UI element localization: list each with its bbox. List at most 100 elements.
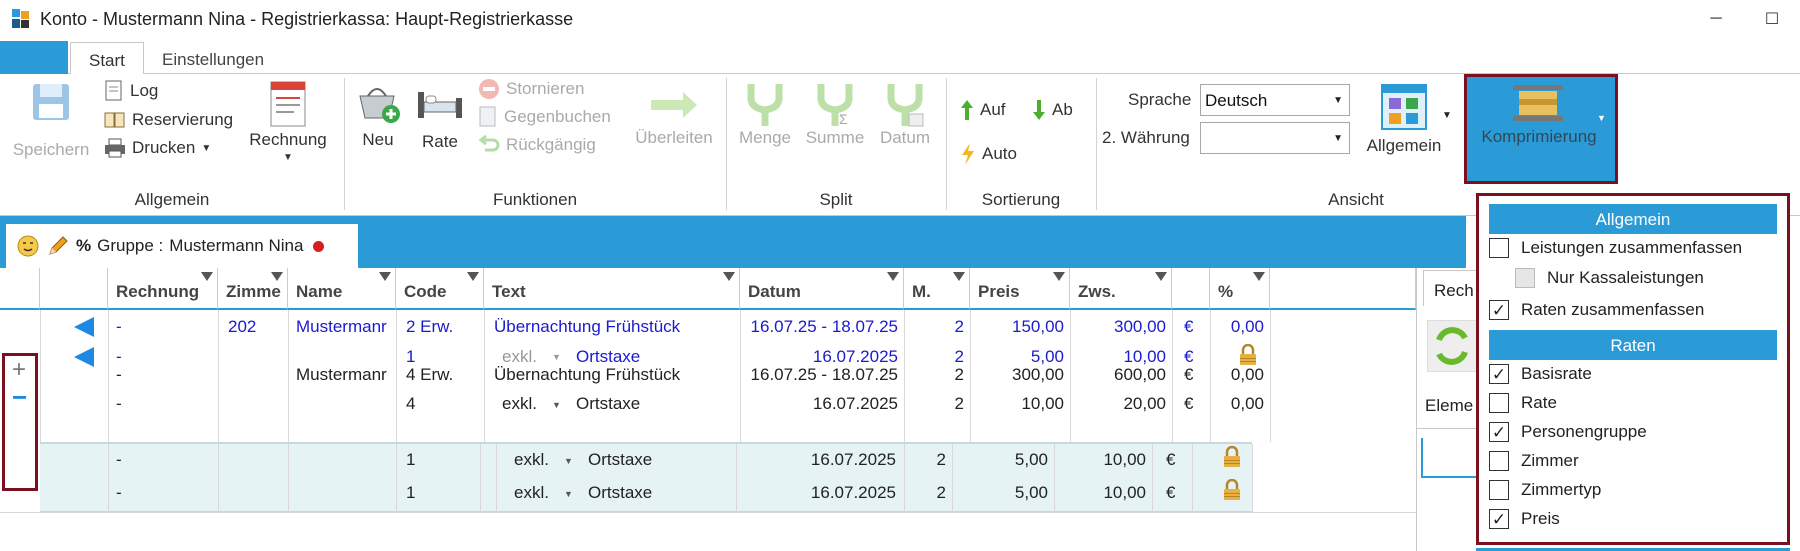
log-button[interactable]: Log xyxy=(104,80,158,102)
compression-button[interactable]: Komprimierung ▼ xyxy=(1464,74,1618,184)
file-menu-tab[interactable] xyxy=(0,41,68,74)
invoice-button[interactable]: Rechnung ▼ xyxy=(246,80,330,163)
cancel-button[interactable]: Stornieren xyxy=(478,78,584,100)
chevron-down-icon: ▼ xyxy=(552,400,561,410)
filter-icon[interactable] xyxy=(201,272,213,281)
cell-datum: 16.07.25 - 18.07.25 xyxy=(750,317,898,336)
language-select[interactable]: Deutsch ▼ xyxy=(1200,84,1350,116)
refresh-icon[interactable] xyxy=(1427,320,1477,372)
checkbox-rate[interactable]: Rate xyxy=(1489,393,1557,413)
cell-excl[interactable]: exkl. xyxy=(502,394,537,414)
checkbox-nur-kassaleistungen[interactable]: Nur Kassaleistungen xyxy=(1515,268,1704,288)
general-view-button[interactable]: Allgemein xyxy=(1356,84,1452,156)
column-header-zws[interactable]: Zws. xyxy=(1070,268,1172,310)
group-label: Gruppe : xyxy=(97,236,164,255)
expand-plus-icon[interactable]: + xyxy=(12,356,26,384)
print-button[interactable]: Drucken ▼ xyxy=(104,138,211,158)
filter-icon[interactable] xyxy=(1053,272,1065,281)
column-header-text[interactable]: Text xyxy=(484,268,740,310)
filter-icon[interactable] xyxy=(887,272,899,281)
column-header-m[interactable]: M. xyxy=(904,268,970,310)
checkbox[interactable]: ✓ xyxy=(1489,364,1509,384)
cell-currency: € xyxy=(1184,365,1194,384)
checkbox-zimmer[interactable]: Zimmer xyxy=(1489,451,1579,471)
cell-datum: 16.07.2025 xyxy=(812,347,898,366)
group-label-sortierung: Sortierung xyxy=(981,190,1061,209)
cell-zws: 600,00 xyxy=(1114,365,1166,384)
status-dot-icon xyxy=(313,240,325,252)
checkbox-personengruppe[interactable]: ✓ Personengruppe xyxy=(1489,422,1647,442)
checkbox[interactable] xyxy=(1489,480,1509,500)
checkbox[interactable] xyxy=(1489,393,1509,413)
group-tab[interactable]: % Gruppe : Mustermann Nina xyxy=(6,224,358,268)
cell-preis: 300,00 xyxy=(1012,365,1064,384)
split-sum-button[interactable]: Σ Summe xyxy=(802,80,868,148)
group-label-allgemein: Allgemein xyxy=(134,190,210,209)
column-header-percent[interactable]: % xyxy=(1210,268,1270,310)
filter-icon[interactable] xyxy=(723,272,735,281)
group-label-split: Split xyxy=(819,190,853,209)
transfer-button[interactable]: Überleiten xyxy=(628,90,720,148)
cell-currency: € xyxy=(1166,483,1176,502)
split-quantity-icon xyxy=(747,84,783,126)
tab-settings[interactable]: Einstellungen xyxy=(144,42,282,75)
split-date-button[interactable]: Datum xyxy=(872,80,938,148)
minimize-button[interactable]: ─ xyxy=(1688,0,1744,38)
checkbox-basisrate[interactable]: ✓ Basisrate xyxy=(1489,364,1592,384)
cell-excl[interactable]: exkl. xyxy=(514,450,549,470)
filter-icon[interactable] xyxy=(379,272,391,281)
cell-text: Übernachtung Frühstück xyxy=(494,317,681,336)
reservation-button[interactable]: Reservierung xyxy=(104,110,233,130)
sort-up-button[interactable]: Auf xyxy=(960,98,1006,122)
rate-button[interactable]: Rate xyxy=(412,84,468,152)
column-header-marker xyxy=(40,268,108,310)
maximize-button[interactable]: ☐ xyxy=(1744,0,1800,38)
cell-rechnung: - xyxy=(116,450,122,469)
cell-text: Ortstaxe xyxy=(576,347,641,366)
filter-icon[interactable] xyxy=(271,272,283,281)
compression-dropdown: Allgemein Leistungen zusammenfassen Nur … xyxy=(1476,193,1790,545)
cell-excl[interactable]: exkl. xyxy=(502,347,537,367)
checkbox-preis[interactable]: ✓ Preis xyxy=(1489,509,1560,529)
collapse-minus-icon[interactable]: − xyxy=(12,382,27,413)
cell-rechnung: - xyxy=(116,365,122,384)
sort-down-button[interactable]: Ab xyxy=(1032,98,1073,122)
checkbox[interactable]: ✓ xyxy=(1489,509,1509,529)
filter-icon[interactable] xyxy=(1155,272,1167,281)
cell-excl[interactable]: exkl. xyxy=(514,483,549,503)
column-header-name[interactable]: Name xyxy=(288,268,396,310)
save-button[interactable]: Speichern xyxy=(10,80,92,160)
lock-icon xyxy=(1224,446,1240,467)
column-header-code[interactable]: Code xyxy=(396,268,484,310)
checkbox-zimmertyp[interactable]: Zimmertyp xyxy=(1489,480,1601,500)
section-header-allgemein: Allgemein xyxy=(1489,204,1777,234)
second-currency-select[interactable]: ▼ xyxy=(1200,122,1350,154)
filter-icon[interactable] xyxy=(1253,272,1265,281)
checkbox[interactable] xyxy=(1489,451,1509,471)
split-quantity-button[interactable]: Menge xyxy=(732,80,798,148)
column-header-rechnung[interactable]: Rechnung xyxy=(108,268,218,310)
new-button[interactable]: Neu xyxy=(350,78,406,150)
split-sum-icon: Σ xyxy=(817,84,853,127)
checkbox[interactable]: ✓ xyxy=(1489,422,1509,442)
undo-button[interactable]: Rückgängig xyxy=(478,134,596,156)
sort-auto-button[interactable]: Auto xyxy=(960,142,1017,166)
tab-start[interactable]: Start xyxy=(70,42,144,75)
checkbox[interactable] xyxy=(1515,268,1535,288)
column-header-zimmer[interactable]: Zimme xyxy=(218,268,288,310)
cell-code: 1 xyxy=(406,450,416,469)
book-icon xyxy=(104,112,125,128)
invoice-icon xyxy=(270,81,306,127)
checkbox-raten-zusammenfassen[interactable]: ✓ Raten zusammenfassen xyxy=(1489,300,1704,320)
column-header-preis[interactable]: Preis xyxy=(970,268,1070,310)
checkbox[interactable]: ✓ xyxy=(1489,300,1509,320)
checkbox[interactable] xyxy=(1489,238,1509,258)
filter-icon[interactable] xyxy=(467,272,479,281)
checkbox-leistungen-zusammenfassen[interactable]: Leistungen zusammenfassen xyxy=(1489,238,1742,258)
counter-book-button[interactable]: Gegenbuchen xyxy=(478,106,611,128)
group-label-funktionen: Funktionen xyxy=(492,190,578,209)
filter-icon[interactable] xyxy=(953,272,965,281)
cell-datum: 16.07.2025 xyxy=(810,450,896,469)
side-tab-rechnung[interactable]: Rech xyxy=(1423,270,1477,306)
column-header-datum[interactable]: Datum xyxy=(740,268,904,310)
